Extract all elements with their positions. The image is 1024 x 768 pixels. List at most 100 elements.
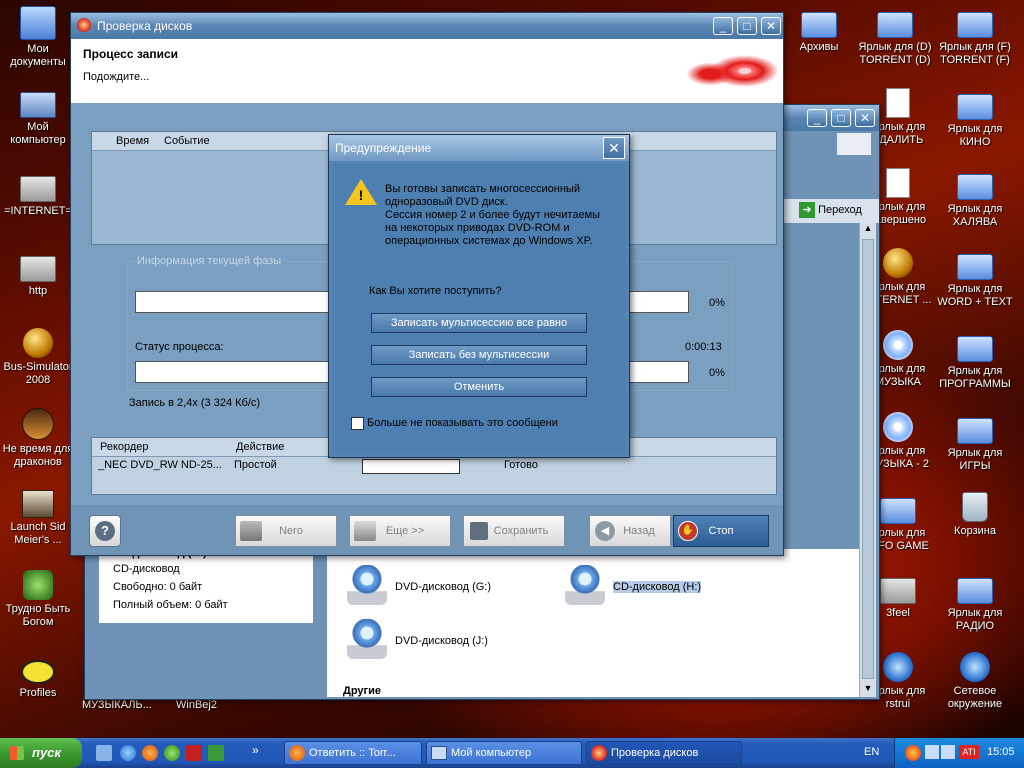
utorrent-icon[interactable] [164,745,180,761]
my-computer-icon [20,92,56,118]
write-no-multisession-button[interactable]: Записать без мультисессии [371,345,587,365]
language-indicator[interactable]: EN [864,746,879,758]
dont-show-again-checkbox[interactable] [351,417,364,430]
desktop-icon-profiles[interactable]: Profiles [0,652,78,700]
desktop-icon-games[interactable]: Ярлык для ИГРЫ [935,412,1015,473]
more-button[interactable]: Еще >> [349,515,451,547]
my-computer-icon [431,746,447,760]
desktop-icon-my-computer[interactable]: Мой компьютер [0,88,78,147]
taskbar-task-torrent[interactable]: Ответить :: Torr... [284,741,422,765]
phase-group-label: Информация текущей фазы [135,255,284,267]
desktop-icon-http[interactable]: http [0,250,78,298]
desktop-icon-hard-to-be-god[interactable]: Трудно Быть Богом [0,570,78,629]
explorer-close-button[interactable]: ✕ [855,109,875,127]
log-column-time[interactable]: Время [116,135,149,147]
drive-item-g[interactable]: DVD-дисковод (G:) [347,565,547,605]
save-button[interactable]: Сохранить [463,515,565,547]
go-button[interactable]: ➜ Переход [799,200,873,220]
dvd-drive-icon [347,565,387,605]
dialog-message: Вы готовы записать многосессионный однор… [385,183,621,248]
desktop-icon-torrent-d[interactable]: Ярлык для (D) TORRENT (D) [855,6,935,67]
save-button-label: Сохранить [493,525,549,537]
scroll-up-arrow-icon[interactable]: ▲ [860,223,876,237]
desktop-icon-archives[interactable]: Архивы [779,6,859,54]
start-button[interactable]: пуск [0,738,82,768]
scroll-down-arrow-icon[interactable]: ▼ [860,683,876,697]
shortcut-icon [886,88,910,118]
game-icon [22,408,54,440]
desktop-icon-sid-meier[interactable]: Launch Sid Meier's ... [0,490,78,547]
nero-button-label: Nero [279,525,303,537]
help-icon: ? [95,521,115,541]
folder-icon [880,498,916,524]
dialog-titlebar[interactable]: Предупреждение [329,135,629,161]
start-label: пуск [32,745,61,760]
show-desktop-icon[interactable] [96,745,112,761]
nero-titlebar[interactable]: Проверка дисков [71,13,783,39]
firefox-icon[interactable] [142,745,158,761]
nero-logo-icon [681,41,779,101]
desktop-icon-bus-simulator[interactable]: Bus-Simulator 2008 [0,328,78,387]
log-column-event[interactable]: Событие [164,135,210,147]
ati-icon[interactable]: ATI [959,745,979,759]
dvd-drive-icon [347,619,387,659]
nero-close-button[interactable]: ✕ [761,17,781,35]
recorder-column-name[interactable]: Рекордер [100,441,149,453]
clock[interactable]: 15:05 [987,746,1015,758]
tray-network-icon[interactable] [941,745,955,759]
desktop-icon-internet[interactable]: =INTERNET= [0,170,78,218]
taskbar-more-chevron-icon[interactable]: » [252,743,259,757]
desktop-icon-word-text[interactable]: Ярлык для WORD + TEXT [935,248,1015,309]
taskbar-task-my-computer[interactable]: Мой компьютер [426,741,582,765]
cancel-button[interactable]: Отменить [371,377,587,397]
desktop-icon-halyava[interactable]: Ярлык для ХАЛЯВА [935,168,1015,229]
desktop-icon-torrent-f[interactable]: Ярлык для (F) TORRENT (F) [935,6,1015,67]
explorer-maximize-button[interactable]: □ [831,109,851,127]
write-multisession-button[interactable]: Записать мультисессию все равно [371,313,587,333]
desktop-icon-label: WinBej2 [176,699,217,711]
desktop-icon-winbej[interactable]: WinBej2 [176,699,217,711]
desktop-icon-kino[interactable]: Ярлык для КИНО [935,88,1015,149]
tray-icon[interactable] [905,745,921,761]
nero-button[interactable]: Nero [235,515,337,547]
nero-minimize-button[interactable]: _ [713,17,733,35]
taskbar-task-disk-check[interactable]: Проверка дисков [586,741,742,765]
stop-button[interactable]: ✋ Стоп [673,515,769,547]
details-type: CD-дисковод [113,563,180,575]
desktop-icon-music[interactable]: МУЗЫКАЛЬ... [82,699,152,711]
tray-network-icon[interactable] [925,745,939,759]
desktop-icon-radio[interactable]: Ярлык для РАДИО [935,572,1015,633]
drive-item-h[interactable]: CD-дисковод (H:) [565,565,765,605]
app-icon[interactable] [208,745,224,761]
dialog-title: Предупреждение [335,141,432,155]
desktop-icon-dragons[interactable]: Не время для драконов [0,408,78,469]
more-icon [354,521,376,541]
system-tray: ATI 15:05 [894,738,1024,768]
back-arrow-icon: ◀ [595,521,615,541]
desktop-icon-recycle-bin[interactable]: Корзина [935,492,1015,538]
explorer-minimize-button[interactable]: _ [807,109,827,127]
help-button[interactable]: ? [89,515,121,547]
folder-icon [20,256,56,282]
desktop-icon-label: Launch Sid Meier's ... [10,521,66,546]
scroll-thumb[interactable] [862,239,874,679]
back-button[interactable]: ◀ Назад [589,515,671,547]
desktop-icon-network[interactable]: Сетевое окружение [935,652,1015,711]
app-icon[interactable] [186,745,202,761]
details-total: Полный объем: 0 байт [113,599,228,611]
drive-item-j[interactable]: DVD-дисковод (J:) [347,619,547,659]
batman-icon [21,660,55,684]
recorder-column-action[interactable]: Действие [236,441,284,453]
nero-maximize-button[interactable]: □ [737,17,757,35]
ie-icon[interactable] [120,745,136,761]
recorder-row[interactable]: _NEC DVD_RW ND-25... Простой Готово [92,456,776,476]
more-button-label: Еще >> [385,525,425,537]
desktop-icon-my-documents[interactable]: Мои документы [0,6,78,69]
explorer-scrollbar[interactable]: ▲ ▼ [859,223,876,697]
desktop-icon-programs[interactable]: Ярлык для ПРОГРАММЫ [935,330,1015,391]
status-label: Статус процесса: [135,341,224,353]
windows-flag-icon [10,746,24,760]
desktop-icon-label: Трудно Быть Богом [5,603,71,628]
stop-button-label: Стоп [708,525,734,537]
dialog-close-button[interactable]: ✕ [603,137,625,159]
